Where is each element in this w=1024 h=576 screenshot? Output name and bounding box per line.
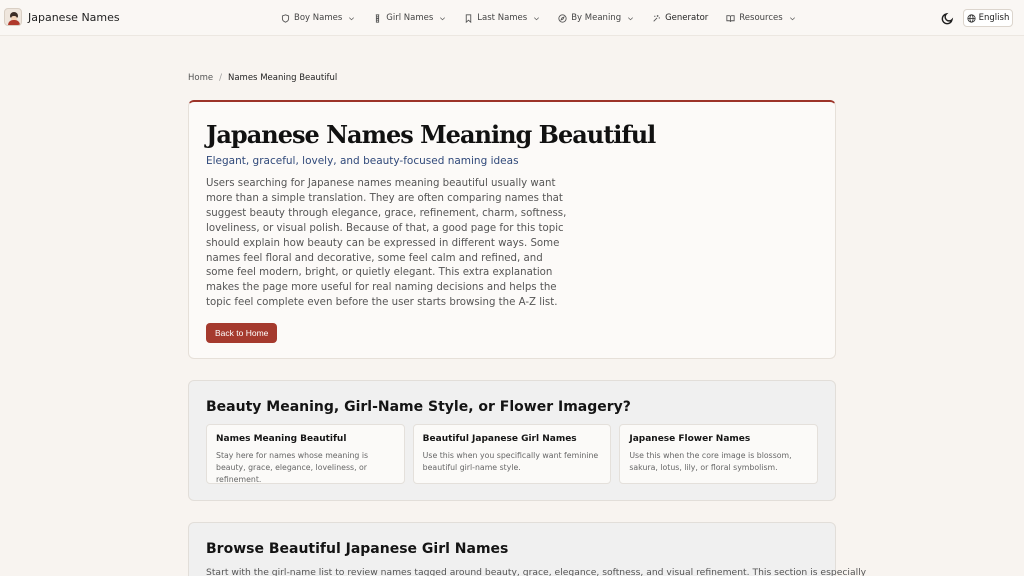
nav-boy-names[interactable]: Boy Names: [281, 6, 355, 30]
comparison-cards: Names Meaning Beautiful Stay here for na…: [206, 424, 819, 484]
page-title: Japanese Names Meaning Beautiful: [206, 120, 656, 149]
chevron-down-icon: [534, 16, 540, 20]
top-navigation-bar: Japanese Names Boy Names Girl Names Last…: [0, 0, 1024, 36]
section-lead: Start with the girl-name list to review …: [206, 567, 867, 576]
chevron-down-icon: [349, 16, 355, 20]
compass-icon: [558, 13, 567, 23]
nav-by-meaning[interactable]: By Meaning: [558, 6, 634, 30]
breadcrumb-separator: /: [219, 73, 222, 83]
nav-girl-names[interactable]: Girl Names: [373, 6, 446, 30]
nav-label: By Meaning: [571, 13, 622, 23]
breadcrumb: Home / Names Meaning Beautiful: [188, 73, 337, 83]
nav-generator[interactable]: Generator: [652, 6, 708, 30]
card-title: Japanese Flower Names: [629, 434, 751, 444]
nav-resources[interactable]: Resources: [726, 6, 795, 30]
card-beautiful-girl-names[interactable]: Beautiful Japanese Girl Names Use this w…: [412, 424, 612, 484]
language-selector[interactable]: English: [963, 9, 1013, 27]
brand-name: Japanese Names: [28, 10, 120, 24]
card-title: Beautiful Japanese Girl Names: [422, 434, 577, 444]
hero-card: Japanese Names Meaning Beautiful Elegant…: [188, 100, 836, 359]
language-label: English: [978, 13, 1010, 23]
card-text: Use this when the core image is blossom,…: [629, 451, 792, 472]
theme-toggle-button[interactable]: [938, 9, 956, 27]
book-icon: [726, 14, 735, 22]
chevron-down-icon: [440, 16, 446, 20]
nav-last-names[interactable]: Last Names: [464, 6, 540, 30]
card-flower-names[interactable]: Japanese Flower Names Use this when the …: [619, 424, 819, 484]
breadcrumb-current: Names Meaning Beautiful: [227, 73, 338, 83]
card-text: Use this when you specifically want femi…: [422, 451, 599, 472]
moon-icon: [941, 12, 953, 24]
nav-label: Last Names: [477, 13, 528, 23]
breadcrumb-home-link[interactable]: Home: [188, 73, 213, 83]
brand-logo-icon: [4, 8, 22, 26]
back-to-home-button[interactable]: Back to Home: [206, 323, 278, 343]
section-title: Browse Beautiful Japanese Girl Names: [206, 541, 509, 557]
bookmark-icon: [466, 13, 472, 23]
globe-icon: [967, 13, 976, 23]
brand-link[interactable]: Japanese Names: [4, 8, 120, 26]
nav-label: Boy Names: [294, 13, 343, 23]
flask-icon: [376, 13, 380, 23]
browse-section: Browse Beautiful Japanese Girl Names Sta…: [188, 522, 867, 576]
chevron-down-icon: [628, 16, 634, 20]
nav-label: Resources: [739, 13, 783, 23]
chevron-down-icon: [789, 16, 795, 20]
comparison-section: Beauty Meaning, Girl-Name Style, or Flow…: [188, 380, 836, 501]
nav-label: Generator: [665, 13, 709, 23]
shield-icon: [281, 13, 290, 23]
main-nav: Boy Names Girl Names Last Names By Meani…: [281, 0, 814, 36]
nav-label: Girl Names: [386, 13, 434, 23]
card-title: Names Meaning Beautiful: [216, 434, 347, 444]
card-names-meaning-beautiful[interactable]: Names Meaning Beautiful Stay here for na…: [206, 424, 405, 484]
sparkle-icon: [653, 14, 660, 22]
page-subtitle: Elegant, graceful, lovely, and beauty-fo…: [206, 155, 519, 167]
card-text: Stay here for names whose meaning is bea…: [216, 451, 369, 484]
page-description: Users searching for Japanese names meani…: [206, 178, 567, 309]
section-title: Beauty Meaning, Girl-Name Style, or Flow…: [206, 399, 631, 415]
